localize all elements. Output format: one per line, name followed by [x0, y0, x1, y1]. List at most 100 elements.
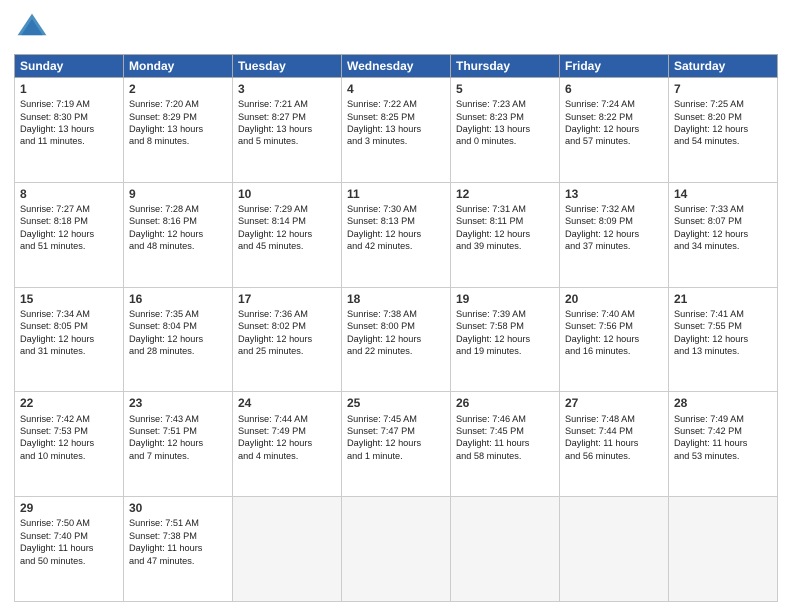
table-cell: [451, 497, 560, 602]
day-number: 4: [347, 81, 445, 97]
cell-info: Sunrise: 7:20 AMSunset: 8:29 PMDaylight:…: [129, 98, 227, 148]
table-cell: 1Sunrise: 7:19 AMSunset: 8:30 PMDaylight…: [15, 78, 124, 183]
table-cell: 19Sunrise: 7:39 AMSunset: 7:58 PMDayligh…: [451, 287, 560, 392]
day-number: 17: [238, 291, 336, 307]
day-number: 24: [238, 395, 336, 411]
day-number: 2: [129, 81, 227, 97]
day-number: 19: [456, 291, 554, 307]
table-cell: 5Sunrise: 7:23 AMSunset: 8:23 PMDaylight…: [451, 78, 560, 183]
table-cell: 23 Sunrise: 7:43 AMSunset: 7:51 PMDayligh…: [124, 392, 233, 497]
cell-info: Sunrise: 7:44 AMSunset: 7:49 PMDaylight:…: [238, 413, 336, 463]
day-number: 16: [129, 291, 227, 307]
col-tuesday: Tuesday: [233, 55, 342, 78]
cell-info: Sunrise: 7:49 AMSunset: 7:42 PMDaylight:…: [674, 413, 772, 463]
cell-info: Sunrise: 7:21 AMSunset: 8:27 PMDaylight:…: [238, 98, 336, 148]
cell-info: Sunrise: 7:19 AMSunset: 8:30 PMDaylight:…: [20, 98, 118, 148]
day-number: 1: [20, 81, 118, 97]
day-number: 22: [20, 395, 118, 411]
table-cell: 8Sunrise: 7:27 AMSunset: 8:18 PMDaylight…: [15, 182, 124, 287]
cell-info: Sunrise: 7:39 AMSunset: 7:58 PMDaylight:…: [456, 308, 554, 358]
table-cell: 28 Sunrise: 7:49 AMSunset: 7:42 PMDayligh…: [669, 392, 778, 497]
cell-info: Sunrise: 7:27 AMSunset: 8:18 PMDaylight:…: [20, 203, 118, 253]
cell-info: Sunrise: 7:50 AMSunset: 7:40 PMDaylight:…: [20, 517, 118, 567]
header: [14, 10, 778, 46]
col-friday: Friday: [560, 55, 669, 78]
cell-info: Sunrise: 7:24 AMSunset: 8:22 PMDaylight:…: [565, 98, 663, 148]
cell-info: Sunrise: 7:41 AMSunset: 7:55 PMDaylight:…: [674, 308, 772, 358]
calendar-header-row: Sunday Monday Tuesday Wednesday Thursday…: [15, 55, 778, 78]
table-cell: 16Sunrise: 7:35 AMSunset: 8:04 PMDayligh…: [124, 287, 233, 392]
table-cell: 15Sunrise: 7:34 AMSunset: 8:05 PMDayligh…: [15, 287, 124, 392]
table-cell: 7Sunrise: 7:25 AMSunset: 8:20 PMDaylight…: [669, 78, 778, 183]
calendar-row: 29Sunrise: 7:50 AMSunset: 7:40 PMDayligh…: [15, 497, 778, 602]
cell-info: Sunrise: 7:40 AMSunset: 7:56 PMDaylight:…: [565, 308, 663, 358]
col-sunday: Sunday: [15, 55, 124, 78]
table-cell: [342, 497, 451, 602]
cell-info: Sunrise: 7:28 AMSunset: 8:16 PMDaylight:…: [129, 203, 227, 253]
cell-info: Sunrise: 7:33 AMSunset: 8:07 PMDaylight:…: [674, 203, 772, 253]
day-number: 26: [456, 395, 554, 411]
cell-info: Sunrise: 7:43 AMSunset: 7:51 PMDaylight:…: [129, 413, 227, 463]
cell-info: Sunrise: 7:23 AMSunset: 8:23 PMDaylight:…: [456, 98, 554, 148]
cell-info: Sunrise: 7:46 AMSunset: 7:45 PMDaylight:…: [456, 413, 554, 463]
day-number: 3: [238, 81, 336, 97]
table-cell: 22 Sunrise: 7:42 AMSunset: 7:53 PMDayligh…: [15, 392, 124, 497]
cell-info: Sunrise: 7:29 AMSunset: 8:14 PMDaylight:…: [238, 203, 336, 253]
table-cell: 17Sunrise: 7:36 AMSunset: 8:02 PMDayligh…: [233, 287, 342, 392]
col-thursday: Thursday: [451, 55, 560, 78]
day-number: 10: [238, 186, 336, 202]
cell-info: Sunrise: 7:22 AMSunset: 8:25 PMDaylight:…: [347, 98, 445, 148]
day-number: 21: [674, 291, 772, 307]
cell-info: Sunrise: 7:34 AMSunset: 8:05 PMDaylight:…: [20, 308, 118, 358]
table-cell: 29Sunrise: 7:50 AMSunset: 7:40 PMDayligh…: [15, 497, 124, 602]
day-number: 5: [456, 81, 554, 97]
table-cell: 26 Sunrise: 7:46 AMSunset: 7:45 PMDayligh…: [451, 392, 560, 497]
table-cell: 10Sunrise: 7:29 AMSunset: 8:14 PMDayligh…: [233, 182, 342, 287]
day-number: 12: [456, 186, 554, 202]
day-number: 8: [20, 186, 118, 202]
cell-info: Sunrise: 7:36 AMSunset: 8:02 PMDaylight:…: [238, 308, 336, 358]
day-number: 25: [347, 395, 445, 411]
col-monday: Monday: [124, 55, 233, 78]
calendar-table: Sunday Monday Tuesday Wednesday Thursday…: [14, 54, 778, 602]
calendar-row: 1Sunrise: 7:19 AMSunset: 8:30 PMDaylight…: [15, 78, 778, 183]
calendar-row: 15Sunrise: 7:34 AMSunset: 8:05 PMDayligh…: [15, 287, 778, 392]
day-number: 14: [674, 186, 772, 202]
day-number: 28: [674, 395, 772, 411]
cell-info: Sunrise: 7:32 AMSunset: 8:09 PMDaylight:…: [565, 203, 663, 253]
table-cell: 2Sunrise: 7:20 AMSunset: 8:29 PMDaylight…: [124, 78, 233, 183]
table-cell: [669, 497, 778, 602]
table-cell: 11Sunrise: 7:30 AMSunset: 8:13 PMDayligh…: [342, 182, 451, 287]
calendar-row: 22 Sunrise: 7:42 AMSunset: 7:53 PMDayligh…: [15, 392, 778, 497]
table-cell: 20Sunrise: 7:40 AMSunset: 7:56 PMDayligh…: [560, 287, 669, 392]
cell-info: Sunrise: 7:48 AMSunset: 7:44 PMDaylight:…: [565, 413, 663, 463]
logo: [14, 10, 52, 46]
table-cell: 3Sunrise: 7:21 AMSunset: 8:27 PMDaylight…: [233, 78, 342, 183]
col-saturday: Saturday: [669, 55, 778, 78]
cell-info: Sunrise: 7:38 AMSunset: 8:00 PMDaylight:…: [347, 308, 445, 358]
day-number: 29: [20, 500, 118, 516]
day-number: 11: [347, 186, 445, 202]
day-number: 6: [565, 81, 663, 97]
table-cell: [560, 497, 669, 602]
day-number: 7: [674, 81, 772, 97]
day-number: 20: [565, 291, 663, 307]
day-number: 23: [129, 395, 227, 411]
cell-info: Sunrise: 7:35 AMSunset: 8:04 PMDaylight:…: [129, 308, 227, 358]
calendar-row: 8Sunrise: 7:27 AMSunset: 8:18 PMDaylight…: [15, 182, 778, 287]
logo-icon: [14, 10, 50, 46]
table-cell: 24 Sunrise: 7:44 AMSunset: 7:49 PMDayligh…: [233, 392, 342, 497]
table-cell: 13Sunrise: 7:32 AMSunset: 8:09 PMDayligh…: [560, 182, 669, 287]
cell-info: Sunrise: 7:31 AMSunset: 8:11 PMDaylight:…: [456, 203, 554, 253]
table-cell: 14Sunrise: 7:33 AMSunset: 8:07 PMDayligh…: [669, 182, 778, 287]
cell-info: Sunrise: 7:51 AMSunset: 7:38 PMDaylight:…: [129, 517, 227, 567]
cell-info: Sunrise: 7:42 AMSunset: 7:53 PMDaylight:…: [20, 413, 118, 463]
day-number: 9: [129, 186, 227, 202]
day-number: 15: [20, 291, 118, 307]
cell-info: Sunrise: 7:25 AMSunset: 8:20 PMDaylight:…: [674, 98, 772, 148]
day-number: 30: [129, 500, 227, 516]
col-wednesday: Wednesday: [342, 55, 451, 78]
day-number: 27: [565, 395, 663, 411]
page: Sunday Monday Tuesday Wednesday Thursday…: [0, 0, 792, 612]
table-cell: [233, 497, 342, 602]
